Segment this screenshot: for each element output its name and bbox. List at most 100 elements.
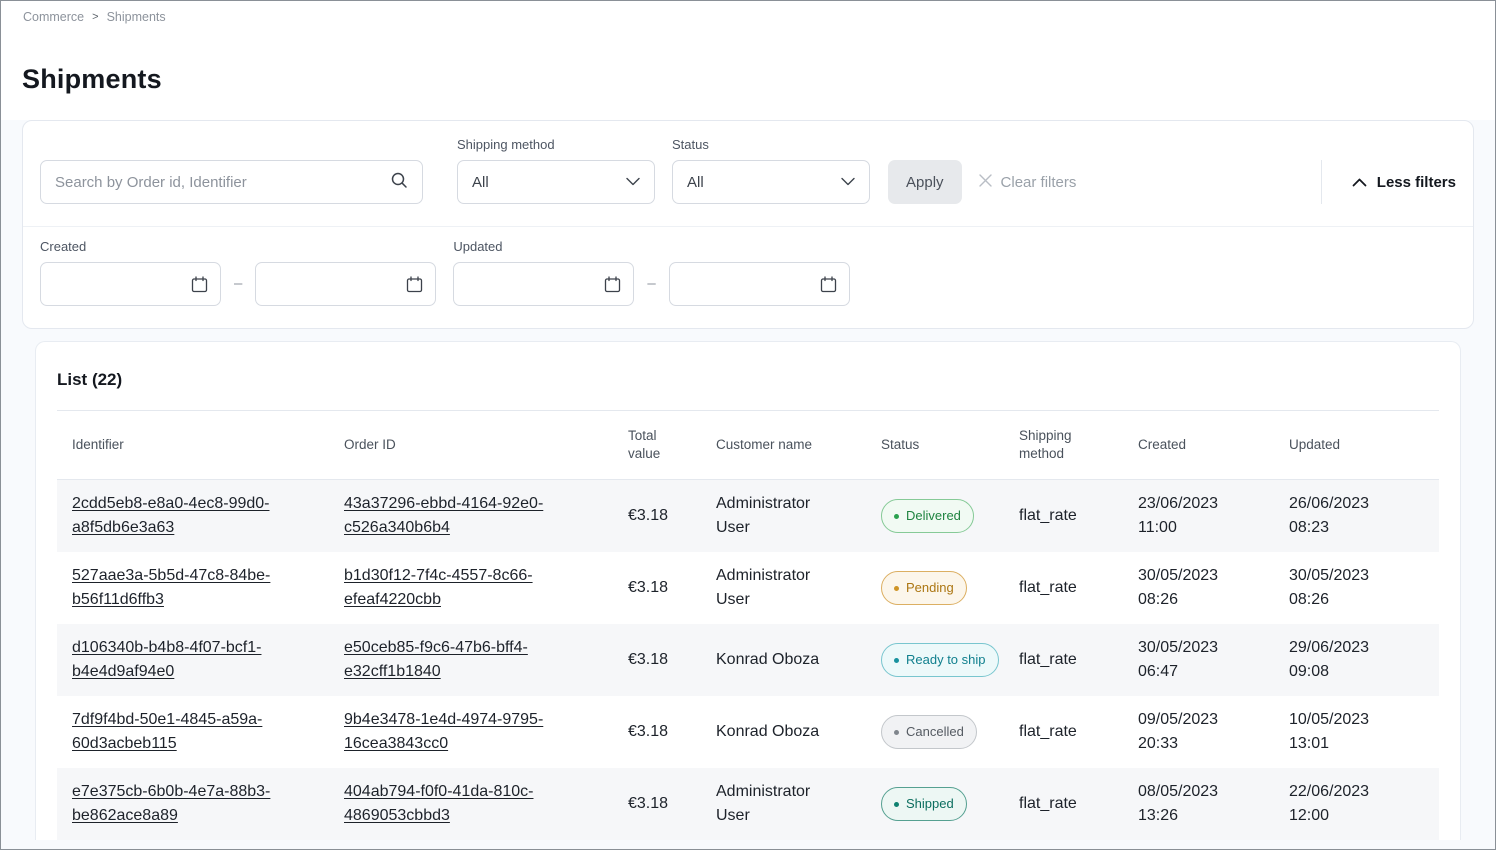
status-badge: Delivered <box>881 499 974 533</box>
total-value: €3.18 <box>628 494 716 538</box>
chevron-up-icon <box>1352 174 1367 191</box>
column-header-total-value: Total value <box>628 427 680 463</box>
column-header-created: Created <box>1138 436 1289 454</box>
shipping-method-label: Shipping method <box>457 137 655 152</box>
customer-name: Administrator User <box>716 554 856 622</box>
column-header-status: Status <box>881 436 1019 454</box>
order-id-link[interactable]: e50ceb85-f9c6-47b6-bff4-e32cff1b1840 <box>344 639 528 680</box>
status-label: Ready to ship <box>906 648 986 672</box>
created-date: 30/05/2023 06:47 <box>1138 626 1256 694</box>
shipments-page: Commerce > Shipments Shipments <box>0 0 1496 850</box>
updated-range-separator: – <box>647 275 655 292</box>
created-date: 08/05/2023 13:26 <box>1138 770 1256 838</box>
status-cell: Shipped <box>881 777 1019 831</box>
breadcrumb-shipments[interactable]: Shipments <box>107 10 166 24</box>
created-to-input[interactable] <box>268 276 378 293</box>
created-to-field <box>255 262 436 306</box>
less-filters-label: Less filters <box>1377 174 1456 191</box>
identifier-cell: 2cdd5eb8-e8a0-4ec8-99d0-a8f5db6e3a63 <box>57 482 344 550</box>
status-value: All <box>687 174 704 191</box>
order-id-link[interactable]: b1d30f12-7f4c-4557-8c66-efeaf4220cbb <box>344 567 533 608</box>
table-header: Identifier Order ID Total value Customer… <box>57 410 1439 480</box>
less-filters-button[interactable]: Less filters <box>1321 160 1456 204</box>
list-title: List (22) <box>57 370 1439 390</box>
status-badge: Cancelled <box>881 715 977 749</box>
clear-filters-button[interactable]: Clear filters <box>978 160 1077 204</box>
table-row: d106340b-b4b8-4f07-bcf1-b4e4d9af94e0 e50… <box>57 624 1439 696</box>
status-filter: Status All <box>672 137 870 204</box>
created-date: 23/06/2023 11:00 <box>1138 482 1256 550</box>
updated-date: 29/06/2023 09:08 <box>1289 626 1407 694</box>
customer-name: Administrator User <box>716 770 856 838</box>
calendar-icon[interactable] <box>604 276 621 293</box>
shipments-list-panel: List (22) Identifier Order ID Total valu… <box>35 341 1461 840</box>
status-label: Status <box>672 137 870 152</box>
created-filter: Created <box>40 239 221 306</box>
order-id-cell: 404ab794-f0f0-41da-810c-4869053cbbd3 <box>344 770 628 838</box>
column-header-shipping-method: Shipping method <box>1019 427 1091 463</box>
updated-date: 22/06/2023 12:00 <box>1289 770 1407 838</box>
customer-name: Konrad Oboza <box>716 638 856 682</box>
status-label: Shipped <box>906 792 954 816</box>
updated-date: 26/06/2023 08:23 <box>1289 482 1407 550</box>
customer-name: Konrad Oboza <box>716 710 856 754</box>
identifier-link[interactable]: 7df9f4bd-50e1-4845-a59a-60d3acbeb115 <box>72 711 262 752</box>
order-id-link[interactable]: 9b4e3478-1e4d-4974-9795-16cea3843cc0 <box>344 711 543 752</box>
page-title: Shipments <box>22 64 1495 95</box>
order-id-link[interactable]: 404ab794-f0f0-41da-810c-4869053cbbd3 <box>344 783 533 824</box>
calendar-icon[interactable] <box>191 276 208 293</box>
status-dot-icon <box>894 514 899 519</box>
identifier-link[interactable]: 2cdd5eb8-e8a0-4ec8-99d0-a8f5db6e3a63 <box>72 495 269 536</box>
total-value: €3.18 <box>628 710 716 754</box>
created-label: Created <box>40 239 221 254</box>
shipping-method: flat_rate <box>1019 710 1138 754</box>
order-id-link[interactable]: 43a37296-ebbd-4164-92e0-c526a340b6b4 <box>344 495 543 536</box>
status-cell: Ready to ship <box>881 633 1019 687</box>
status-select[interactable]: All <box>672 160 870 204</box>
identifier-link[interactable]: 527aae3a-5b5d-47c8-84be-b56f11d6ffb3 <box>72 567 270 608</box>
updated-to-input[interactable] <box>682 276 792 293</box>
created-from-field <box>40 262 221 306</box>
breadcrumb-commerce[interactable]: Commerce <box>23 10 84 24</box>
status-cell: Pending <box>881 561 1019 615</box>
status-badge: Pending <box>881 571 967 605</box>
filters-panel: Shipping method All Status All <box>22 120 1474 329</box>
updated-from-input[interactable] <box>466 276 576 293</box>
identifier-link[interactable]: e7e375cb-6b0b-4e7a-88b3-be862ace8a89 <box>72 783 270 824</box>
identifier-link[interactable]: d106340b-b4b8-4f07-bcf1-b4e4d9af94e0 <box>72 639 261 680</box>
created-range-separator: – <box>234 275 242 292</box>
created-date: 30/05/2023 08:26 <box>1138 554 1256 622</box>
shipping-method-value: All <box>472 174 489 191</box>
created-date: 09/05/2023 20:33 <box>1138 698 1256 766</box>
search-field <box>40 160 423 204</box>
updated-to-group <box>669 262 850 306</box>
shipping-method-filter: Shipping method All <box>457 137 655 204</box>
customer-name: Administrator User <box>716 482 856 550</box>
filter-row-primary: Shipping method All Status All <box>23 121 1473 226</box>
status-cell: Delivered <box>881 489 1019 543</box>
status-dot-icon <box>894 802 899 807</box>
status-badge: Shipped <box>881 787 967 821</box>
status-dot-icon <box>894 586 899 591</box>
breadcrumb: Commerce > Shipments <box>1 1 1495 24</box>
shipping-method-select[interactable]: All <box>457 160 655 204</box>
updated-filter: Updated <box>453 239 634 306</box>
column-header-updated: Updated <box>1289 436 1439 454</box>
calendar-icon[interactable] <box>820 276 837 293</box>
created-from-input[interactable] <box>53 276 163 293</box>
shipping-method: flat_rate <box>1019 494 1138 538</box>
search-input[interactable] <box>55 174 390 191</box>
status-dot-icon <box>894 730 899 735</box>
order-id-cell: b1d30f12-7f4c-4557-8c66-efeaf4220cbb <box>344 554 628 622</box>
order-id-cell: 43a37296-ebbd-4164-92e0-c526a340b6b4 <box>344 482 628 550</box>
shipping-method: flat_rate <box>1019 566 1138 610</box>
chevron-down-icon <box>841 173 855 191</box>
apply-button[interactable]: Apply <box>888 160 962 204</box>
status-dot-icon <box>894 658 899 663</box>
status-label: Cancelled <box>906 720 964 744</box>
calendar-icon[interactable] <box>406 276 423 293</box>
column-header-customer-name: Customer name <box>716 436 881 454</box>
created-to-group <box>255 262 436 306</box>
search-icon[interactable] <box>390 171 408 194</box>
table-body: 2cdd5eb8-e8a0-4ec8-99d0-a8f5db6e3a63 43a… <box>57 480 1439 840</box>
